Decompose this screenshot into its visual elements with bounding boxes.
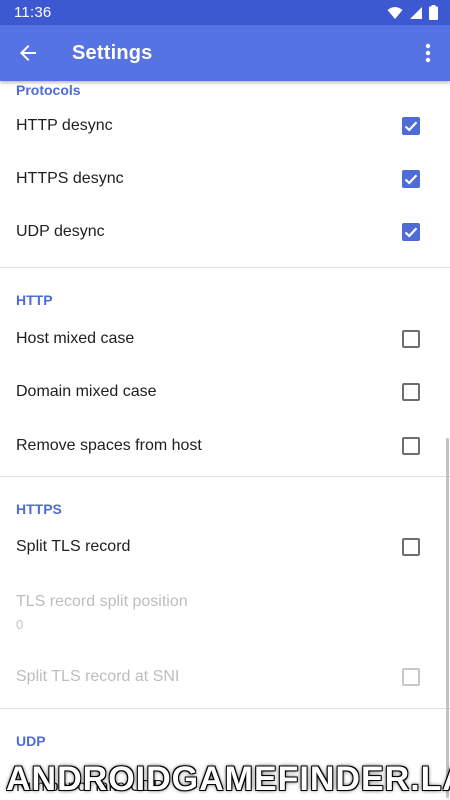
settings-list[interactable]: Protocols HTTP desync HTTPS desync UDP d…: [0, 81, 450, 800]
pref-summary: 0: [16, 616, 24, 632]
checkbox-checked-icon[interactable]: [402, 116, 420, 135]
pref-tls-record-split-position[interactable]: TLS record split position 0: [0, 574, 450, 650]
pref-udp-desync[interactable]: UDP desync: [0, 206, 450, 260]
more-options-button[interactable]: [406, 25, 450, 81]
checkbox-unchecked-icon[interactable]: [402, 538, 420, 557]
pref-domain-mixed-case[interactable]: Domain mixed case: [0, 366, 450, 420]
pref-label: TLS record split position: [16, 592, 188, 610]
scrollbar[interactable]: [446, 438, 449, 798]
pref-remove-spaces-from-host[interactable]: Remove spaces from host: [0, 419, 450, 473]
pref-label: Split TLS record at SNI: [16, 667, 180, 685]
status-bar: 11:36: [0, 0, 450, 25]
pref-label: Remove spaces from host: [16, 436, 202, 454]
pref-label: UDP desync: [16, 223, 105, 241]
pref-split-tls-record[interactable]: Split TLS record: [0, 521, 450, 575]
status-icons: [387, 5, 438, 20]
arrow-back-icon: [20, 45, 36, 61]
pref-label: HTTP desync: [16, 116, 113, 134]
app-bar: Settings: [0, 25, 450, 81]
pref-label: HTTPS desync: [16, 169, 124, 187]
checkbox-unchecked-icon[interactable]: [402, 436, 420, 455]
status-time: 11:36: [14, 4, 52, 21]
wifi-icon: [387, 6, 403, 19]
pref-label: Split TLS record: [16, 538, 131, 556]
pref-label: Host mixed case: [16, 329, 135, 347]
checkbox-unchecked-icon[interactable]: [402, 383, 420, 402]
category-protocols: Protocols: [16, 82, 81, 98]
battery-icon: [429, 5, 438, 20]
pref-http-desync[interactable]: HTTP desync: [0, 99, 450, 152]
signal-icon: [410, 6, 422, 19]
watermark: ANDROIDGAMEFINDER.LA: [6, 760, 450, 798]
checkbox-checked-icon[interactable]: [402, 223, 420, 242]
pref-host-mixed-case[interactable]: Host mixed case: [0, 312, 450, 366]
checkbox-unchecked-icon[interactable]: [402, 329, 420, 348]
pref-https-desync[interactable]: HTTPS desync: [0, 152, 450, 206]
checkbox-checked-icon[interactable]: [402, 169, 420, 188]
pref-split-tls-record-at-sni[interactable]: Split TLS record at SNI: [0, 650, 450, 704]
page-title: Settings: [72, 41, 153, 64]
checkbox-unchecked-icon[interactable]: [402, 667, 420, 686]
pref-label: Domain mixed case: [16, 383, 157, 401]
back-button[interactable]: [0, 25, 56, 81]
more-vert-icon: [425, 43, 431, 63]
